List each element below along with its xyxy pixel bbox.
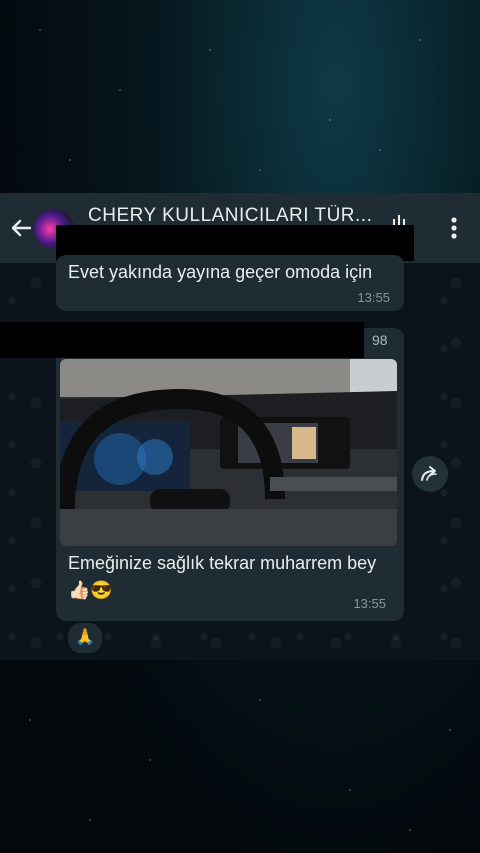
message-bubble[interactable]: Evet yakında yayına geçer omoda için 13:… <box>56 255 404 311</box>
message-time: 13:55 <box>357 290 390 305</box>
whatsapp-chat-screenshot: CHERY KULLANICILARI TÜR... Evet yakında … <box>0 193 480 660</box>
reaction-badge[interactable]: 🙏 <box>66 621 104 655</box>
sender-label: 98 <box>372 332 388 348</box>
forward-button[interactable] <box>412 456 448 492</box>
redaction-bar <box>0 322 364 358</box>
back-arrow-icon[interactable] <box>10 217 32 239</box>
message-time: 13:55 <box>353 596 386 611</box>
chat-title[interactable]: CHERY KULLANICILARI TÜR... <box>88 205 378 227</box>
message-text: Emeğinize sağlık tekrar muharrem bey👍🏻😎 <box>68 553 377 600</box>
more-vert-icon[interactable] <box>444 215 464 241</box>
message-text: Evet yakında yayına geçer omoda için <box>68 262 373 282</box>
car-dashboard-photo[interactable] <box>60 359 397 546</box>
forward-icon <box>419 464 441 489</box>
